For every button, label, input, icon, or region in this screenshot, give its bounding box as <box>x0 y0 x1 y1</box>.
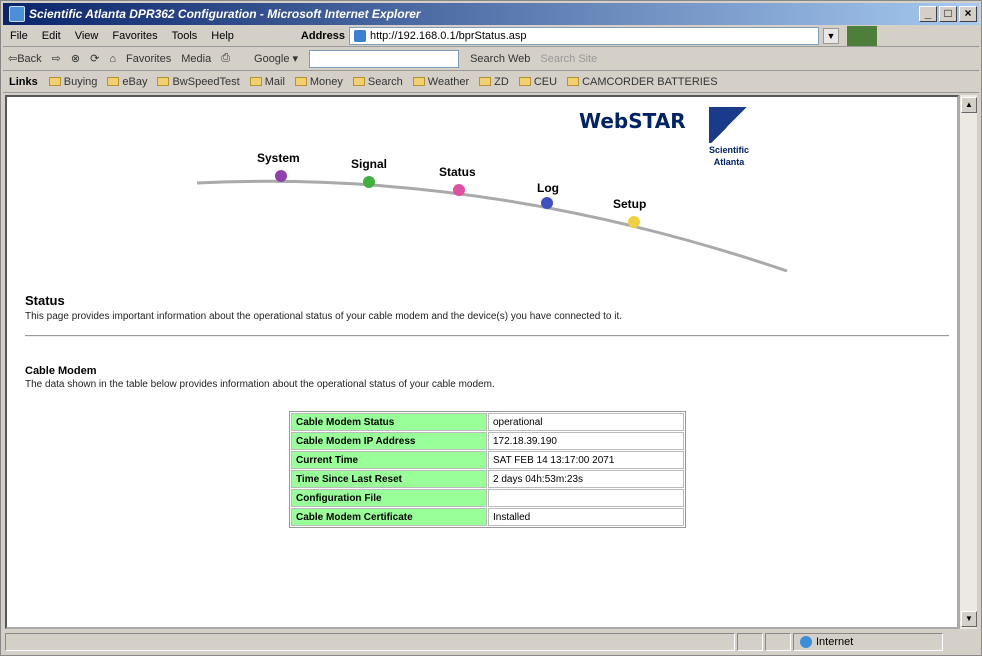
page-content: System Signal Status Log Setup WebSTAR S… <box>5 95 959 629</box>
nav-status-link[interactable]: Status <box>439 165 476 179</box>
status-bar: Internet <box>3 631 979 653</box>
status-description: This page provides important information… <box>25 311 623 322</box>
menu-file[interactable]: File <box>3 30 35 42</box>
link-bwspeedtest[interactable]: BwSpeedTest <box>152 76 244 88</box>
folder-icon <box>412 77 425 87</box>
link-search[interactable]: Search <box>348 76 408 88</box>
status-table: Cable Modem Status operational Cable Mode… <box>289 411 686 528</box>
close-button[interactable]: × <box>959 6 977 22</box>
link-buying[interactable]: Buying <box>44 76 103 88</box>
window-title: Scientific Atlanta DPR362 Configuration … <box>29 7 421 21</box>
folder-icon <box>157 77 170 87</box>
scientific-atlanta-logo: Scientific Atlanta <box>699 107 759 177</box>
minimize-button[interactable]: _ <box>919 6 937 22</box>
link-camcorder-batteries[interactable]: CAMCORDER BATTERIES <box>562 76 722 88</box>
menu-help[interactable]: Help <box>204 30 241 42</box>
folder-icon <box>48 77 61 87</box>
home-icon[interactable]: ⌂ <box>104 53 121 65</box>
globe-icon <box>800 636 812 648</box>
link-zd[interactable]: ZD <box>474 76 514 88</box>
status-text-cell <box>5 633 735 651</box>
status-cell <box>737 633 763 651</box>
nav-dot-setup[interactable] <box>628 216 640 228</box>
title-bar[interactable]: Scientific Atlanta DPR362 Configuration … <box>3 3 979 25</box>
page-icon <box>353 29 366 42</box>
folder-icon <box>294 77 307 87</box>
stop-icon[interactable]: ⊗ <box>66 52 85 65</box>
google-button[interactable]: Google ▾ <box>249 52 303 65</box>
menu-bar: File Edit View Favorites Tools Help Addr… <box>3 25 979 47</box>
link-ceu[interactable]: CEU <box>514 76 562 88</box>
divider <box>25 335 949 337</box>
address-url: http://192.168.0.1/bprStatus.asp <box>369 29 527 42</box>
forward-button[interactable]: ⇨ <box>47 52 66 65</box>
cable-modem-description: The data shown in the table below provid… <box>25 379 495 390</box>
table-row: Time Since Last Reset 2 days 04h:53m:23s <box>291 470 684 488</box>
scroll-down-icon[interactable]: ▼ <box>961 611 977 627</box>
zone-label: Internet <box>816 636 854 648</box>
folder-icon <box>107 77 120 87</box>
link-mail[interactable]: Mail <box>245 76 290 88</box>
nav-dot-status[interactable] <box>453 184 465 196</box>
table-row: Configuration File <box>291 489 684 507</box>
links-label: Links <box>9 75 38 88</box>
address-dropdown-icon[interactable]: ▼ <box>822 27 839 44</box>
table-row: Cable Modem Status operational <box>291 413 684 431</box>
cable-modem-heading: Cable Modem <box>25 365 97 377</box>
link-ebay[interactable]: eBay <box>102 76 152 88</box>
nav-dot-system[interactable] <box>275 170 287 182</box>
link-money[interactable]: Money <box>290 76 348 88</box>
nav-dot-signal[interactable] <box>363 176 375 188</box>
ie-icon <box>9 6 25 22</box>
folder-icon <box>352 77 365 87</box>
nav-system-link[interactable]: System <box>257 151 300 165</box>
table-row: Cable Modem IP Address 172.18.39.190 <box>291 432 684 450</box>
back-button[interactable]: ⇦Back <box>3 52 47 65</box>
folder-icon <box>479 77 492 87</box>
link-weather[interactable]: Weather <box>408 76 474 88</box>
favorites-button[interactable]: Favorites <box>121 53 176 65</box>
menu-tools[interactable]: Tools <box>165 30 205 42</box>
scroll-up-icon[interactable]: ▲ <box>961 97 977 113</box>
refresh-icon[interactable]: ⟳ <box>85 52 104 65</box>
address-field[interactable]: http://192.168.0.1/bprStatus.asp <box>348 26 819 45</box>
vertical-scrollbar[interactable]: ▲ ▼ <box>959 95 977 629</box>
nav-setup-link[interactable]: Setup <box>613 197 646 211</box>
nav-graphic: System Signal Status Log Setup WebSTAR S… <box>7 97 957 277</box>
google-search-input[interactable] <box>309 49 460 68</box>
address-label: Address <box>300 29 345 42</box>
folder-icon <box>249 77 262 87</box>
zone-cell: Internet <box>793 633 943 651</box>
print-icon[interactable]: ⎙ <box>216 52 235 65</box>
toolbar: ⇦Back ⇨ ⊗ ⟳ ⌂ Favorites Media ⎙ Google ▾… <box>3 47 979 71</box>
folder-icon <box>518 77 531 87</box>
menu-favorites[interactable]: Favorites <box>105 30 164 42</box>
windows-logo-icon <box>846 25 877 46</box>
nav-signal-link[interactable]: Signal <box>351 157 387 171</box>
nav-arc <box>196 170 788 273</box>
menu-edit[interactable]: Edit <box>35 30 68 42</box>
links-bar: Links Buying eBay BwSpeedTest Mail Money… <box>3 71 979 93</box>
table-row: Current Time SAT FEB 14 13:17:00 2071 <box>291 451 684 469</box>
table-row: Cable Modem Certificate Installed <box>291 508 684 526</box>
nav-log-link[interactable]: Log <box>537 181 559 195</box>
menu-view[interactable]: View <box>68 30 106 42</box>
status-heading: Status <box>25 293 65 308</box>
status-cell <box>765 633 791 651</box>
media-button[interactable]: Media <box>176 53 216 65</box>
webstar-logo: WebSTAR <box>579 109 686 133</box>
search-site-button[interactable]: Search Site <box>535 53 602 65</box>
sa-logo-icon <box>709 107 749 143</box>
nav-dot-log[interactable] <box>541 197 553 209</box>
browser-window: Scientific Atlanta DPR362 Configuration … <box>0 0 982 656</box>
maximize-button[interactable]: □ <box>939 6 957 22</box>
search-web-button[interactable]: Search Web <box>465 53 535 65</box>
folder-icon <box>567 77 580 87</box>
